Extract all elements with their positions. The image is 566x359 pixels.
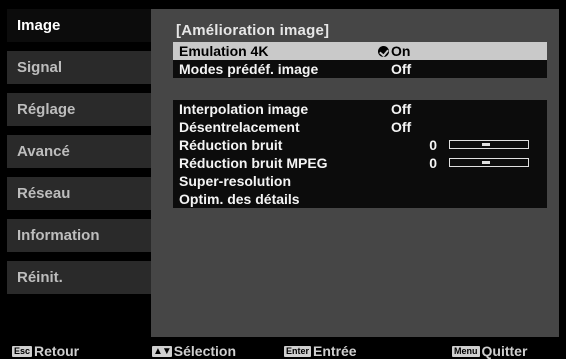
sidebar-item-reinit[interactable]: Réinit.: [7, 261, 160, 294]
sidebar: Image Signal Réglage Avancé Réseau Infor…: [7, 9, 162, 309]
setting-row-interpolation-image[interactable]: Interpolation image Off: [173, 100, 547, 118]
setting-row-desentrelacement[interactable]: Désentrelacement Off: [173, 118, 547, 136]
setting-label: Super-resolution: [179, 173, 292, 189]
sidebar-item-avance[interactable]: Avancé: [7, 135, 160, 168]
sidebar-item-reglage[interactable]: Réglage: [7, 93, 160, 126]
setting-label: Réduction bruit MPEG: [179, 155, 328, 171]
projector-menu-screen: Image Signal Réglage Avancé Réseau Infor…: [0, 0, 566, 359]
setting-row-optim-details[interactable]: Optim. des détails: [173, 190, 547, 208]
setting-value: 0: [429, 155, 437, 171]
setting-row-reduction-bruit[interactable]: Réduction bruit 0: [173, 136, 547, 154]
setting-label: Réduction bruit: [179, 137, 283, 153]
settings-group-2: Interpolation image Off Désentrelacement…: [173, 100, 547, 208]
footer-back-hint[interactable]: Esc Retour: [12, 343, 79, 359]
footer-enter-label: Entrée: [313, 343, 357, 359]
setting-value: 0: [429, 137, 437, 153]
sidebar-item-information[interactable]: Information: [7, 219, 160, 252]
arrow-keys-icon: ▲▼: [152, 346, 172, 357]
setting-row-modes-predef-image[interactable]: Modes prédéf. image Off: [173, 60, 547, 78]
slider-thumb[interactable]: [482, 143, 490, 146]
setting-row-reduction-bruit-mpeg[interactable]: Réduction bruit MPEG 0: [173, 154, 547, 172]
setting-row-emulation-4k[interactable]: Emulation 4K On: [173, 42, 547, 60]
footer-select-hint[interactable]: ▲▼ Sélection: [152, 343, 236, 359]
settings-panel: [Amélioration image] Emulation 4K On Mod…: [151, 9, 559, 337]
mpeg-noise-reduction-slider[interactable]: [449, 158, 529, 167]
footer-hints: Esc Retour ▲▼ Sélection Enter Entrée Menu Qu…: [0, 342, 566, 359]
sidebar-item-signal[interactable]: Signal: [7, 51, 160, 84]
setting-label: Emulation 4K: [179, 43, 269, 59]
slider-thumb[interactable]: [482, 161, 490, 164]
footer-enter-hint[interactable]: Enter Entrée: [284, 343, 357, 359]
setting-value: Off: [391, 119, 412, 135]
footer-back-label: Retour: [34, 343, 80, 359]
setting-label: Désentrelacement: [179, 119, 300, 135]
setting-value: On: [391, 43, 411, 59]
footer-quit-hint[interactable]: Menu Quitter: [452, 343, 527, 359]
setting-label: Interpolation image: [179, 101, 309, 117]
check-icon: [378, 46, 389, 57]
enter-key-icon: Enter: [284, 346, 312, 357]
noise-reduction-slider[interactable]: [449, 140, 529, 149]
section-title: [Amélioration image]: [176, 22, 330, 39]
setting-value: Off: [391, 61, 412, 77]
setting-row-super-resolution[interactable]: Super-resolution: [173, 172, 547, 190]
setting-label: Optim. des détails: [179, 191, 300, 207]
setting-value: Off: [391, 101, 412, 117]
settings-group-1: Emulation 4K On Modes prédéf. image Off: [173, 42, 547, 78]
esc-key-icon: Esc: [12, 346, 33, 357]
sidebar-item-image[interactable]: Image: [7, 9, 160, 42]
footer-select-label: Sélection: [173, 343, 237, 359]
sidebar-item-reseau[interactable]: Réseau: [7, 177, 160, 210]
footer-quit-label: Quitter: [481, 343, 528, 359]
setting-label: Modes prédéf. image: [179, 61, 319, 77]
menu-key-icon: Menu: [452, 346, 480, 357]
